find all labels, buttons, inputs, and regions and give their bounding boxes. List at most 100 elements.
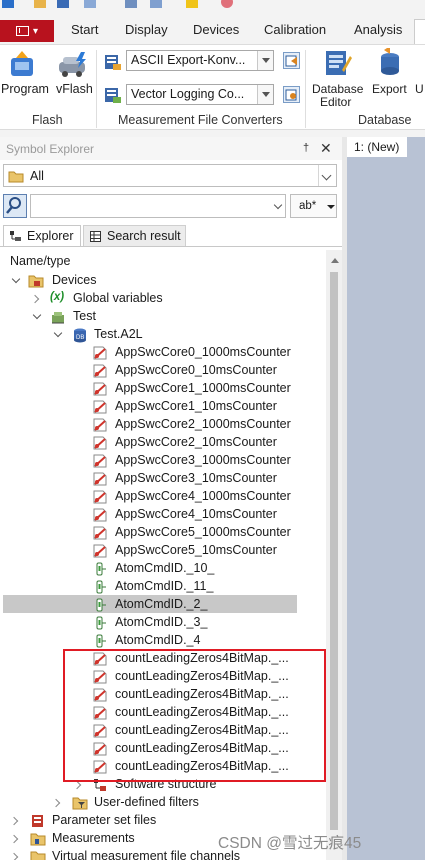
filter-folder-icon — [72, 797, 88, 810]
search-input[interactable] — [30, 194, 286, 218]
search-icon — [6, 197, 21, 214]
converter-logging-icon — [105, 88, 121, 103]
chevron-down-icon[interactable] — [257, 51, 273, 70]
tree-item-signal[interactable]: AppSwcCore2_10msCounter — [0, 434, 320, 452]
tree-item-test[interactable]: Test — [0, 308, 320, 326]
flash-group-label: Flash — [32, 113, 63, 127]
tree-item-label: Test.A2L — [94, 327, 143, 341]
save-icon[interactable] — [57, 0, 69, 8]
tab-active-partial[interactable] — [414, 19, 425, 44]
symbol-filter-select[interactable]: All — [3, 164, 337, 187]
column-header-name-type[interactable]: Name/type — [10, 254, 70, 268]
collapse-arrow-icon[interactable] — [75, 781, 83, 789]
collapse-arrow-icon[interactable] — [54, 799, 62, 807]
window-icon[interactable] — [125, 0, 137, 8]
ribbon-separator — [96, 50, 97, 128]
parameter-icon — [96, 598, 106, 612]
tree-item-signal[interactable]: AppSwcCore5_10msCounter — [0, 542, 320, 560]
tree-item-devices[interactable]: Devices — [0, 272, 320, 290]
windows-icon[interactable] — [150, 0, 162, 8]
collapse-arrow-icon[interactable] — [33, 295, 41, 303]
program-button[interactable]: Program — [1, 82, 49, 96]
scrollbar-thumb[interactable] — [330, 272, 338, 830]
expand-arrow-icon[interactable] — [12, 277, 20, 285]
record-icon[interactable] — [221, 0, 233, 8]
tree-item-label: User-defined filters — [94, 795, 199, 809]
export-button[interactable]: Export — [372, 82, 407, 96]
chevron-down-icon: ▾ — [32, 25, 39, 37]
tree-item-signal[interactable]: AtomCmdID._10_ — [0, 560, 320, 578]
measurement-icon — [93, 418, 107, 432]
vector-logging-converter-select[interactable]: Vector Logging Co... — [126, 84, 274, 105]
search-mode-button[interactable]: ab* — [290, 194, 337, 218]
layout-icon[interactable] — [84, 0, 96, 8]
svg-text:DB: DB — [76, 335, 84, 341]
converters-group-label: Measurement File Converters — [118, 113, 283, 127]
parameter-set-icon — [32, 815, 43, 827]
collapse-arrow-icon[interactable] — [12, 853, 20, 860]
tree-item-label: AppSwcCore4_10msCounter — [115, 507, 277, 521]
tab-calibration[interactable]: Calibration — [264, 22, 326, 37]
tab-explorer[interactable]: Explorer — [3, 225, 81, 247]
tree-item-signal[interactable]: AppSwcCore0_1000msCounter — [0, 344, 320, 362]
tree-item-signal[interactable]: AppSwcCore4_1000msCounter — [0, 488, 320, 506]
tree-item-signal[interactable]: AppSwcCore1_1000msCounter — [0, 380, 320, 398]
ascii-export-converter-select[interactable]: ASCII Export-Konv... — [126, 50, 274, 71]
tree-item-signal[interactable]: AtomCmdID._4 — [0, 632, 320, 650]
tab-devices[interactable]: Devices — [193, 22, 239, 37]
tree-item-label: AppSwcCore1_1000msCounter — [115, 381, 291, 395]
tree-item-signal[interactable]: AppSwcCore1_10msCounter — [0, 398, 320, 416]
tree-item-signal[interactable]: AppSwcCore3_1000msCounter — [0, 452, 320, 470]
pin-icon[interactable]: † — [303, 142, 309, 154]
tree-item-signal[interactable]: AppSwcCore4_10msCounter — [0, 506, 320, 524]
measurements-folder-icon — [30, 833, 46, 846]
lightning-icon[interactable] — [186, 0, 198, 8]
expand-arrow-icon[interactable] — [54, 331, 62, 339]
tree-item-global-variables[interactable]: (x) Global variables — [0, 290, 320, 308]
tree-item-signal[interactable]: AppSwcCore3_10msCounter — [0, 470, 320, 488]
virtual-channels-icon — [30, 851, 46, 860]
tree-item-test-a2l[interactable]: DB Test.A2L — [0, 326, 320, 344]
scroll-up-icon[interactable] — [331, 258, 339, 263]
chevron-down-icon[interactable] — [257, 85, 273, 104]
collapse-arrow-icon[interactable] — [12, 835, 20, 843]
tree-item-signal[interactable]: AppSwcCore0_10msCounter — [0, 362, 320, 380]
tab-document-new[interactable]: 1: (New) — [347, 137, 407, 157]
tree-item-label: AtomCmdID._4 — [115, 633, 201, 647]
tab-start[interactable]: Start — [71, 22, 98, 37]
app-icon[interactable] — [2, 0, 14, 8]
database-editor-label-line2[interactable]: Editor — [320, 95, 351, 109]
measurement-icon — [93, 508, 107, 522]
search-button[interactable] — [3, 194, 27, 218]
open-icon[interactable] — [34, 0, 46, 8]
chevron-down-icon[interactable] — [273, 200, 283, 210]
database-editor-label-line1[interactable]: Database — [312, 82, 363, 96]
tree-item-signal[interactable]: AtomCmdID._3_ — [0, 614, 320, 632]
converter-export-button[interactable] — [283, 52, 300, 69]
watermark: CSDN @雪过无痕45 — [218, 835, 362, 852]
tree-item-label: AppSwcCore3_1000msCounter — [115, 453, 291, 467]
close-icon[interactable]: ✕ — [320, 140, 332, 157]
tree-item-user-defined-filters[interactable]: User-defined filters — [0, 794, 320, 812]
vflash-button[interactable]: vFlash — [56, 82, 93, 96]
collapse-arrow-icon[interactable] — [12, 817, 20, 825]
measurement-icon — [93, 382, 107, 396]
file-tab[interactable]: ▾ — [0, 20, 54, 42]
tree-item-label: AppSwcCore1_10msCounter — [115, 399, 277, 413]
chevron-down-icon[interactable] — [318, 165, 336, 186]
tree-item-label: Parameter set files — [52, 813, 157, 827]
tree-item-label: Global variables — [73, 291, 163, 305]
expand-arrow-icon[interactable] — [33, 313, 41, 321]
tree-item-signal[interactable]: AppSwcCore5_1000msCounter — [0, 524, 320, 542]
tab-analysis[interactable]: Analysis — [354, 22, 402, 37]
tree-item-parameter-set-files[interactable]: Parameter set files — [0, 812, 320, 830]
tab-search-result[interactable]: Search result — [83, 225, 186, 247]
converter-settings-button[interactable] — [283, 86, 300, 103]
vertical-scrollbar[interactable] — [326, 250, 342, 860]
tab-display[interactable]: Display — [125, 22, 168, 37]
ribbon-overflow-label[interactable]: U — [415, 82, 424, 96]
parameter-icon — [96, 580, 106, 594]
tree-item-signal-selected[interactable]: AtomCmdID._2_ — [0, 596, 320, 614]
tree-item-signal[interactable]: AppSwcCore2_1000msCounter — [0, 416, 320, 434]
tree-item-signal[interactable]: AtomCmdID._11_ — [0, 578, 320, 596]
